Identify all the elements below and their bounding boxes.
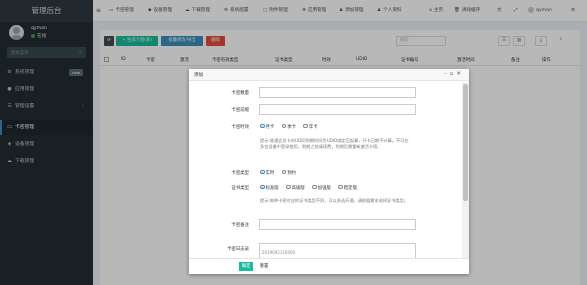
radio-checked-icon [260, 123, 265, 129]
radio-label: 年卡 [308, 125, 318, 130]
cert-type-radio-group: 标准版 高级版 加强版 稳定版 [260, 184, 363, 191]
dialog-body: 卡密数量 卡密前缀 卡密时效 月卡 季卡 年卡 提示:普通会员卡的UDID到期时… [189, 82, 461, 258]
radio-unchecked-icon [281, 169, 287, 175]
dialog-scrollbar[interactable] [462, 82, 469, 258]
radio-realtime[interactable]: 实时 [260, 169, 275, 176]
radio-standard[interactable]: 标准版 [260, 184, 279, 191]
radio-year[interactable]: 年卡 [303, 123, 318, 130]
dialog-window-controls: –▫✕ [444, 71, 464, 77]
dialog-title: 添加 [194, 73, 204, 78]
card-prefix-input[interactable] [259, 104, 416, 115]
radio-label: 标准版 [265, 186, 279, 191]
label-card-length: 卡密时效 [231, 125, 249, 130]
cert-type-help: 提示:每种卡密对应的证书类型不同，可以多选开通，请根据需求选择证书类型。 [260, 198, 408, 203]
dialog-footer: 确定 重置 [189, 258, 469, 274]
radio-unchecked-icon [281, 123, 287, 129]
reset-button[interactable]: 重置 [257, 262, 271, 271]
radio-label: 月卡 [265, 125, 275, 130]
label-card-records: 卡密日志录 [227, 247, 249, 252]
card-type-radio-group: 实时 预约 [260, 169, 302, 176]
radio-label: 高级版 [291, 186, 305, 191]
card-count-input[interactable] [259, 87, 416, 98]
radio-label: 稳定版 [343, 186, 357, 191]
label-card-type: 卡密类型 [231, 171, 249, 176]
confirm-button[interactable]: 确定 [239, 262, 253, 271]
card-records-textarea[interactable]: 2019092116000 [259, 243, 416, 258]
radio-checked-icon [260, 184, 265, 190]
radio-label: 季卡 [287, 125, 296, 130]
radio-unchecked-icon [338, 184, 343, 190]
radio-enhanced[interactable]: 加强版 [312, 184, 331, 191]
dialog-header[interactable]: 添加 –▫✕ [189, 69, 469, 81]
radio-stable[interactable]: 稳定版 [338, 184, 357, 191]
card-remark-input[interactable] [259, 219, 416, 230]
label-card-prefix: 卡密前缀 [231, 108, 249, 113]
radio-label: 实时 [265, 171, 275, 176]
radio-unchecked-icon [303, 123, 308, 129]
radio-unchecked-icon [312, 184, 317, 190]
label-cert-type: 证书类型 [231, 186, 249, 191]
card-length-radio-group: 月卡 季卡 年卡 [260, 123, 324, 130]
add-dialog: 添加 –▫✕ 卡密数量 卡密前缀 卡密时效 月卡 季卡 年卡 提示:普通会员卡的… [189, 69, 469, 274]
card-length-help: 提示:普通会员卡的UDID到期时间为UDID绑定后起算，开卡日期不计算。不可在多… [260, 138, 409, 150]
scrollbar-thumb[interactable] [463, 84, 468, 201]
radio-label: 预约 [287, 171, 296, 176]
label-card-remark: 卡密备注 [231, 223, 249, 228]
radio-quarter[interactable]: 季卡 [281, 123, 296, 130]
radio-unchecked-icon [286, 184, 291, 190]
close-icon[interactable]: ✕ [456, 71, 464, 77]
radio-label: 加强版 [317, 186, 331, 191]
radio-advanced[interactable]: 高级版 [286, 184, 305, 191]
radio-checked-icon [260, 169, 265, 175]
radio-month[interactable]: 月卡 [260, 123, 275, 130]
label-card-count: 卡密数量 [231, 91, 249, 96]
radio-reserve[interactable]: 预约 [281, 169, 296, 176]
